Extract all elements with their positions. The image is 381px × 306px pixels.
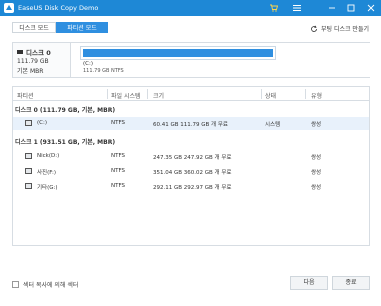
- col-partition[interactable]: 파티션: [17, 91, 34, 100]
- partition-label: (C:): [83, 61, 93, 67]
- col-filesystem[interactable]: 파일 시스템: [111, 91, 141, 100]
- row-fs: NTFS: [111, 168, 126, 174]
- menu-icon[interactable]: [291, 3, 303, 13]
- disk-summary: 디스크 0 111.79 GB 기본 MBR (C:) 111.79 GB NT…: [12, 42, 370, 78]
- next-button[interactable]: 다음: [290, 276, 328, 290]
- row-type: 쌍성: [311, 185, 322, 191]
- table-row[interactable]: 사진(F:) NTFS 351.04 GB 360.02 GB 개 무료 쌍성: [13, 165, 369, 178]
- table-row[interactable]: (C:) NTFS 60.41 GB 111.79 GB 개 무료 시스템 쌍성: [13, 117, 369, 130]
- disk-size: 111.79 GB: [17, 58, 49, 65]
- row-size: 247.35 GB 247.92 GB 개 무료: [153, 155, 232, 161]
- partition-bar[interactable]: [80, 46, 276, 60]
- partition-map[interactable]: (C:) 111.79 GB NTFS: [70, 43, 370, 77]
- row-fs: NTFS: [111, 153, 126, 159]
- row-type: 쌍성: [311, 170, 322, 176]
- partition-icon: [25, 183, 32, 189]
- cart-icon[interactable]: [268, 3, 280, 13]
- partition-icon: [25, 153, 32, 159]
- disk-group-header: 디스크 0 (111.79 GB, 기본, MBR): [15, 107, 116, 114]
- sector-copy-label: 섹터 복사에 의해 섹터: [23, 282, 79, 289]
- col-size[interactable]: 크기: [153, 91, 164, 100]
- minimize-icon[interactable]: [326, 3, 338, 13]
- partition-table: 파티션 파일 시스템 크기 상태 유형 디스크 0 (111.79 GB, 기본…: [12, 86, 370, 246]
- row-type: 쌍성: [311, 155, 322, 161]
- col-status[interactable]: 상태: [265, 91, 276, 100]
- window-title: EaseUS Disk Copy Demo: [18, 4, 99, 12]
- disk-type: 기본 MBR: [17, 68, 44, 75]
- exit-button[interactable]: 종료: [332, 276, 370, 290]
- refresh-icon: [311, 25, 317, 32]
- boot-disk-label: 부팅 디스크 만들기: [321, 26, 369, 33]
- row-name: 기타(G:): [37, 185, 58, 191]
- disk-name: 디스크 0: [26, 49, 51, 57]
- table-header: 파티션 파일 시스템 크기 상태 유형: [13, 87, 369, 101]
- row-type: 쌍성: [311, 122, 322, 128]
- app-logo-icon: [4, 3, 14, 13]
- disk-group-header: 디스크 1 (931.51 GB, 기본, MBR): [15, 139, 116, 146]
- maximize-icon[interactable]: [345, 3, 357, 13]
- row-fs: NTFS: [111, 120, 126, 126]
- partition-info: 111.79 GB NTFS: [83, 68, 124, 74]
- sector-copy-option[interactable]: 섹터 복사에 의해 섹터: [12, 280, 78, 289]
- row-name: (C:): [37, 120, 47, 126]
- row-size: 60.41 GB 111.79 GB 개 무료: [153, 122, 228, 128]
- partition-icon: [25, 120, 32, 126]
- table-row[interactable]: Nick(D:) NTFS 247.35 GB 247.92 GB 개 무료 쌍…: [13, 150, 369, 163]
- row-name: Nick(D:): [37, 153, 60, 159]
- disk-info: 디스크 0 111.79 GB 기본 MBR: [17, 47, 69, 75]
- row-status: 시스템: [265, 122, 281, 128]
- tab-disk-mode[interactable]: 디스크 모드: [12, 22, 56, 33]
- boot-disk-button[interactable]: 부팅 디스크 만들기: [310, 24, 369, 33]
- tab-partition-mode[interactable]: 파티션 모드: [56, 22, 108, 33]
- disk-icon: [17, 50, 23, 54]
- close-icon[interactable]: [365, 3, 377, 13]
- table-row[interactable]: 기타(G:) NTFS 292.11 GB 292.97 GB 개 무료 쌍성: [13, 180, 369, 193]
- row-size: 292.11 GB 292.97 GB 개 무료: [153, 185, 232, 191]
- col-type[interactable]: 유형: [311, 91, 322, 100]
- title-bar: EaseUS Disk Copy Demo: [0, 0, 381, 16]
- partition-icon: [25, 168, 32, 174]
- row-fs: NTFS: [111, 183, 126, 189]
- row-size: 351.04 GB 360.02 GB 개 무료: [153, 170, 232, 176]
- sector-copy-checkbox[interactable]: [12, 281, 19, 288]
- row-name: 사진(F:): [37, 170, 57, 176]
